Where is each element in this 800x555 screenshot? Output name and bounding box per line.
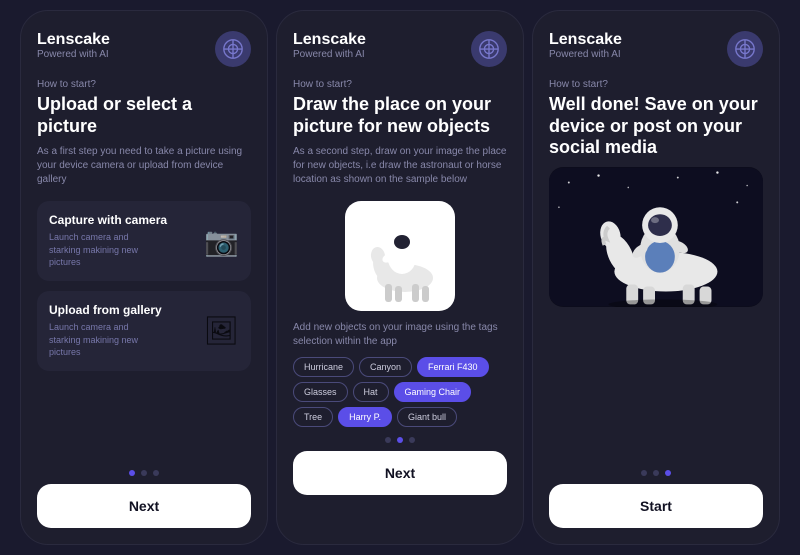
- powered-text-1: Powered with AI: [37, 49, 110, 60]
- tag-giant-bull[interactable]: Giant bull: [397, 407, 457, 427]
- main-title-1: Upload or select a picture: [37, 94, 251, 137]
- capture-desc: Launch camera and starking makining new …: [49, 231, 159, 269]
- content-area-3: [549, 167, 763, 460]
- gallery-title: Upload from gallery: [49, 303, 162, 317]
- capture-title: Capture with camera: [49, 213, 167, 227]
- tag-canyon[interactable]: Canyon: [359, 357, 412, 377]
- logo-area-1: Lenscake Powered with AI: [37, 31, 110, 60]
- result-photo: [549, 167, 763, 307]
- dot-1-3: [153, 470, 159, 476]
- main-title-2: Draw the place on your picture for new o…: [293, 94, 507, 137]
- astronaut-svg: [350, 206, 450, 306]
- gallery-text: Upload from gallery Launch camera and st…: [49, 303, 162, 359]
- logo-icon-2: [471, 31, 507, 67]
- tag-hat[interactable]: Hat: [353, 382, 389, 402]
- capture-text: Capture with camera Launch camera and st…: [49, 213, 167, 269]
- dot-3-1: [641, 470, 647, 476]
- header-2: Lenscake Powered with AI: [293, 31, 507, 67]
- tag-ferrari[interactable]: Ferrari F430: [417, 357, 489, 377]
- logo-text-3: Lenscake: [549, 31, 622, 49]
- screen-3: Lenscake Powered with AI How to start? W…: [532, 10, 780, 545]
- screen-1: Lenscake Powered with AI How to start? U…: [20, 10, 268, 545]
- capture-card[interactable]: Capture with camera Launch camera and st…: [37, 201, 251, 281]
- center-image: [293, 201, 507, 311]
- dot-1-1: [129, 470, 135, 476]
- logo-area-2: Lenscake Powered with AI: [293, 31, 366, 60]
- dots-3: [549, 470, 763, 476]
- next-button-2[interactable]: Next: [293, 451, 507, 495]
- next-button-1[interactable]: Next: [37, 484, 251, 528]
- astronaut-image: [345, 201, 455, 311]
- main-title-3: Well done! Save on your device or post o…: [549, 94, 763, 159]
- camera-icon: 📷: [204, 225, 239, 258]
- tags-container: Hurricane Canyon Ferrari F430 Glasses Ha…: [293, 357, 507, 427]
- tag-gaming-chair[interactable]: Gaming Chair: [394, 382, 472, 402]
- dot-3-3: [665, 470, 671, 476]
- powered-text-3: Powered with AI: [549, 49, 622, 60]
- dots-1: [37, 470, 251, 476]
- screens-container: Lenscake Powered with AI How to start? U…: [12, 0, 788, 555]
- dot-3-2: [653, 470, 659, 476]
- tag-tree[interactable]: Tree: [293, 407, 333, 427]
- powered-text-2: Powered with AI: [293, 49, 366, 60]
- tag-glasses[interactable]: Glasses: [293, 382, 348, 402]
- logo-icon-3: [727, 31, 763, 67]
- logo-icon-1: [215, 31, 251, 67]
- tag-hurricane[interactable]: Hurricane: [293, 357, 354, 377]
- how-to-start-3: How to start?: [549, 79, 763, 90]
- dot-2-2: [397, 437, 403, 443]
- tags-desc: Add new objects on your image using the …: [293, 321, 507, 349]
- gallery-icon: 🖼: [203, 314, 239, 347]
- dot-2-1: [385, 437, 391, 443]
- description-2: As a second step, draw on your image the…: [293, 145, 507, 187]
- gallery-card[interactable]: Upload from gallery Launch camera and st…: [37, 291, 251, 371]
- logo-area-3: Lenscake Powered with AI: [549, 31, 622, 60]
- start-button[interactable]: Start: [549, 484, 763, 528]
- gallery-desc: Launch camera and starking makining new …: [49, 321, 159, 359]
- how-to-start-1: How to start?: [37, 79, 251, 90]
- header-3: Lenscake Powered with AI: [549, 31, 763, 67]
- result-svg: [549, 167, 763, 307]
- dots-2: [293, 437, 507, 443]
- screen-2: Lenscake Powered with AI How to start? D…: [276, 10, 524, 545]
- dot-2-3: [409, 437, 415, 443]
- header-1: Lenscake Powered with AI: [37, 31, 251, 67]
- tag-harry[interactable]: Harry P.: [338, 407, 392, 427]
- dot-1-2: [141, 470, 147, 476]
- content-area-1: Capture with camera Launch camera and st…: [37, 201, 251, 460]
- description-1: As a first step you need to take a pictu…: [37, 145, 251, 187]
- how-to-start-2: How to start?: [293, 79, 507, 90]
- logo-text-1: Lenscake: [37, 31, 110, 49]
- logo-text-2: Lenscake: [293, 31, 366, 49]
